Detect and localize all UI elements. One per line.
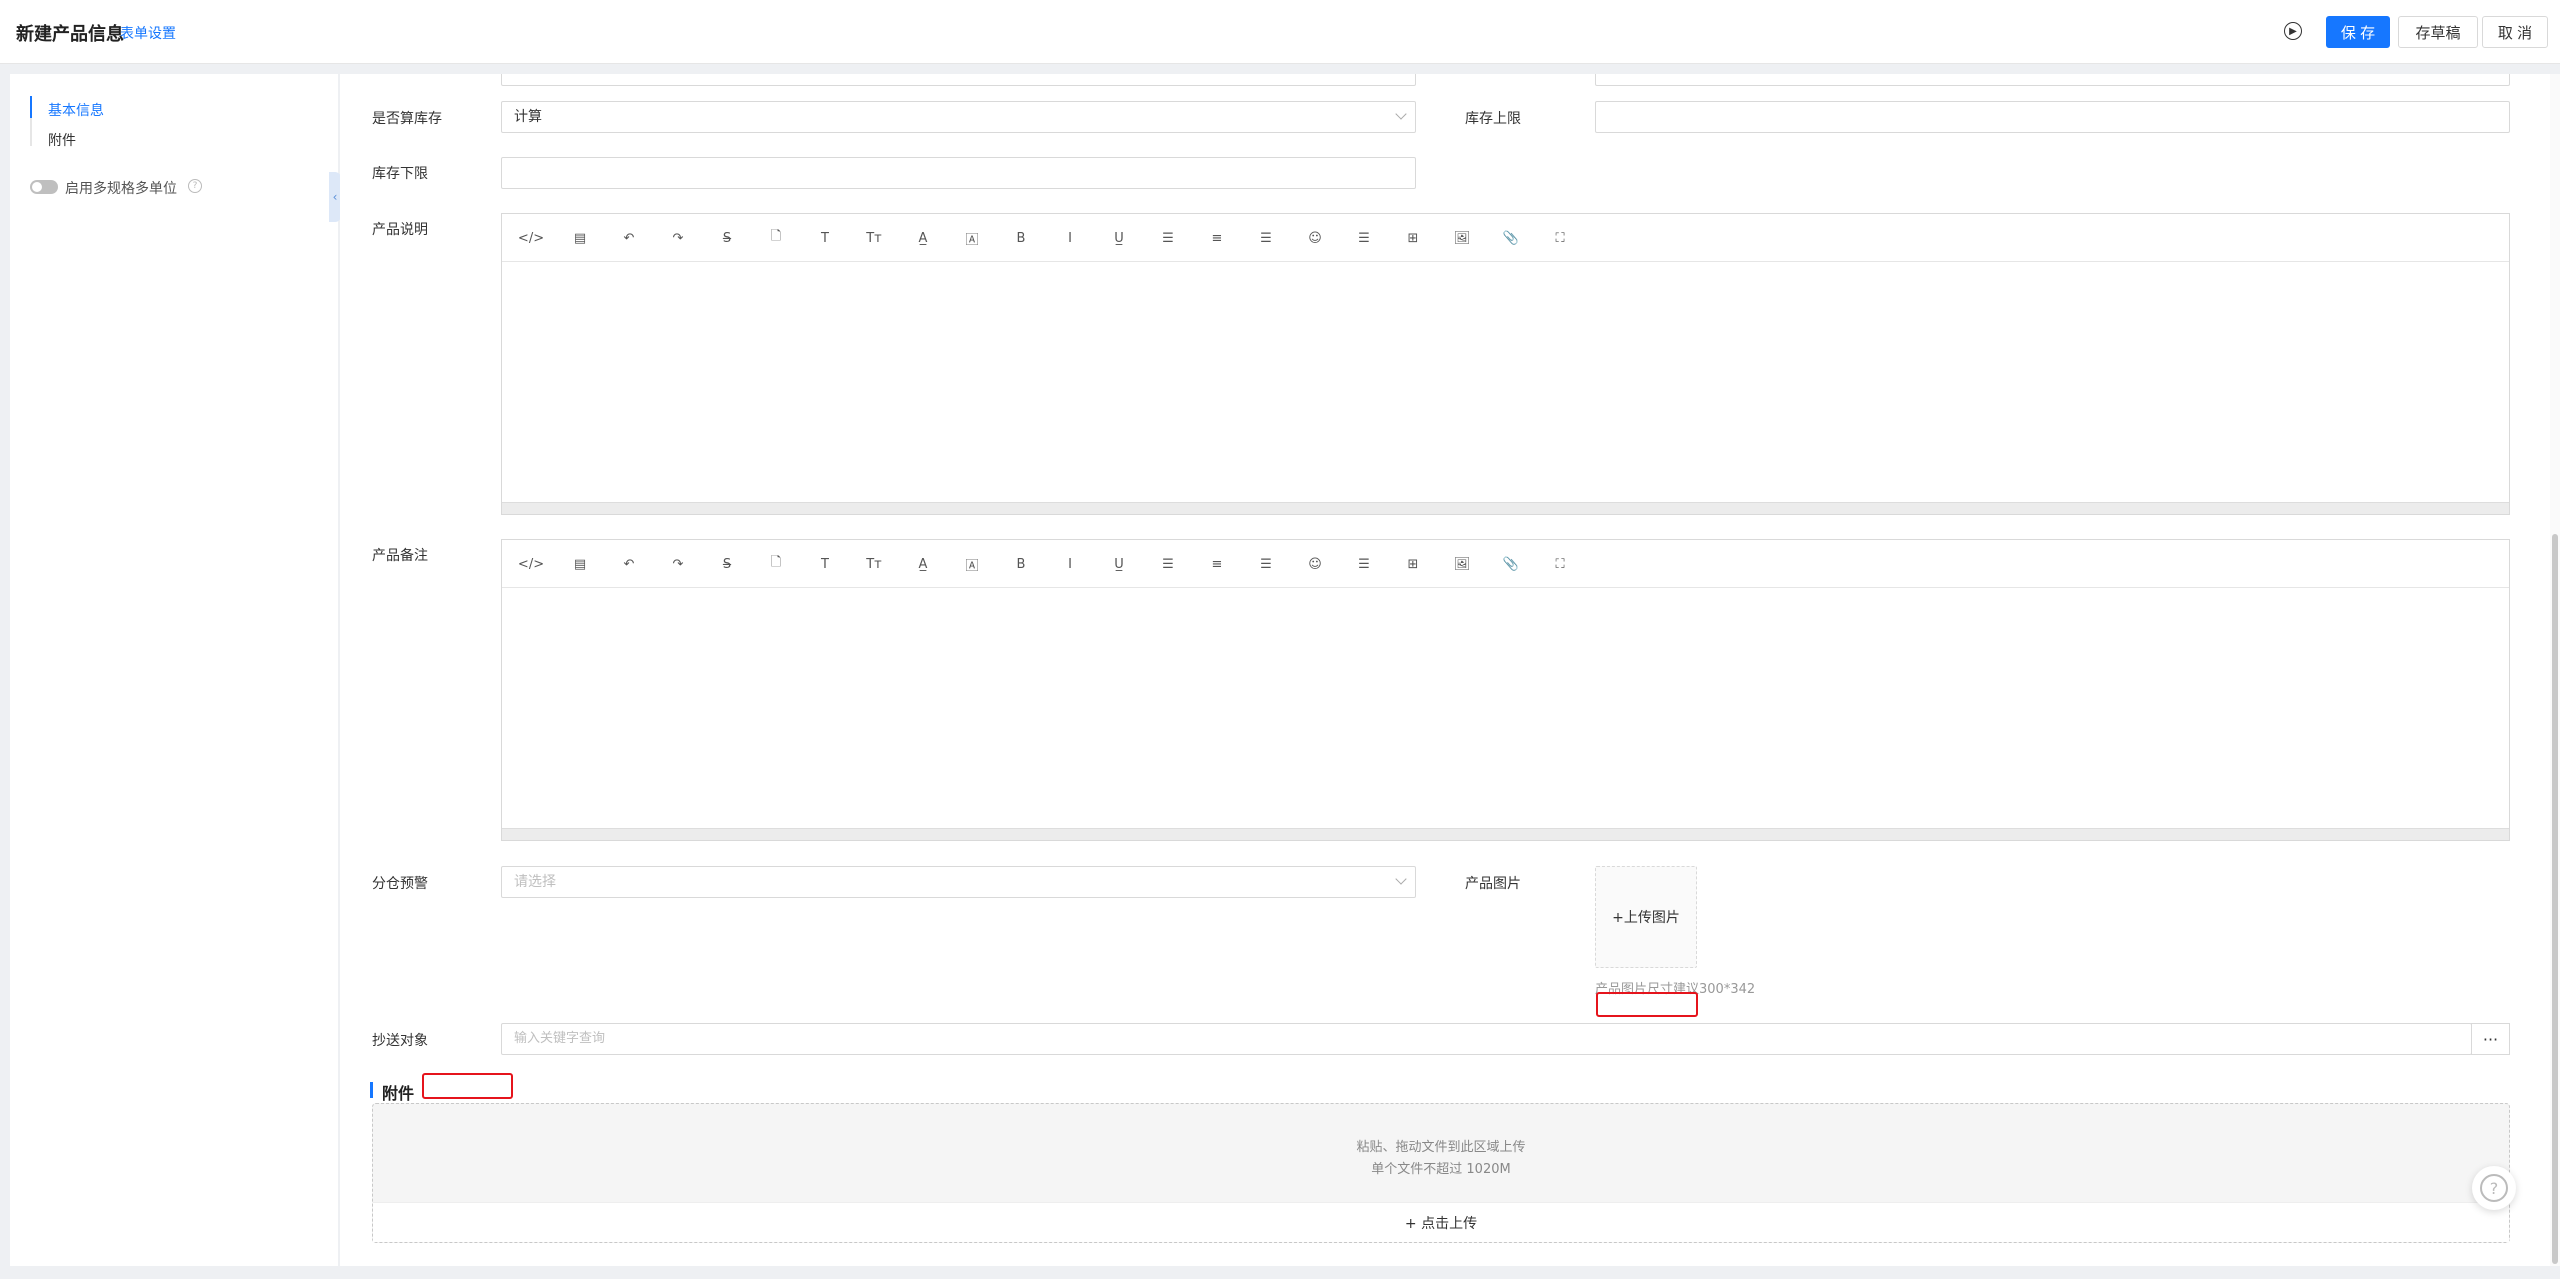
editor-toolbar: </> ▤ ↶ ↷ S̶ 🗋 T Tт A̲ 🄰 B I U̲ ☰ ≡ ☰ ☺ ☰ ⊞ 🖼 📎 ⛶ [502, 540, 2509, 588]
text-icon[interactable]: T [815, 554, 835, 574]
emoji-icon[interactable]: ☺ [1305, 228, 1325, 248]
calc-stock-value: 计算 [514, 109, 542, 125]
stock-lower-label: 库存下限 [372, 166, 428, 182]
warehouse-warn-placeholder: 请选择 [514, 874, 556, 890]
cc-placeholder: 输入关键字查询 [514, 1031, 606, 1046]
product-desc-label: 产品说明 [372, 222, 428, 238]
redo-icon[interactable]: ↷ [668, 228, 688, 248]
multi-spec-toggle-label: 启用多规格多单位 [65, 181, 177, 197]
fullscreen-icon[interactable]: ⛶ [1550, 554, 1570, 574]
stock-lower-input[interactable] [501, 157, 1416, 189]
undo-icon[interactable]: ↶ [619, 554, 639, 574]
multi-spec-toggle[interactable] [30, 180, 58, 194]
cancel-button[interactable]: 取 消 [2482, 16, 2548, 48]
sidebar-item-attachments[interactable]: 附件 [48, 130, 76, 150]
product-remark-label: 产品备注 [372, 548, 428, 564]
dropzone-hint: 粘贴、拖动文件到此区域上传 [1356, 1140, 1526, 1155]
table-icon[interactable]: ⊞ [1403, 228, 1423, 248]
cc-label: 抄送对象 [372, 1033, 428, 1049]
horizontal-rule-icon[interactable]: ☰ [1354, 554, 1374, 574]
align-center-icon[interactable]: ≡ [1207, 554, 1227, 574]
fullscreen-icon[interactable]: ⛶ [1550, 228, 1570, 248]
template-icon[interactable]: ▤ [570, 554, 590, 574]
attachment-icon[interactable]: 📎 [1501, 228, 1521, 248]
table-icon[interactable]: ⊞ [1403, 554, 1423, 574]
help-float-button[interactable]: ? [2472, 1166, 2516, 1210]
editor-toolbar: </> ▤ ↶ ↷ S̶ 🗋 T Tт A̲ 🄰 B I U̲ ☰ ≡ ☰ ☺ ☰ ⊞ 🖼 📎 ⛶ [502, 214, 2509, 262]
attachments-section-title: 附件 [382, 1084, 415, 1103]
product-image-label: 产品图片 [1465, 876, 1521, 892]
image-icon[interactable]: 🖼 [1452, 228, 1472, 248]
image-icon[interactable]: 🖼 [1452, 554, 1472, 574]
code-view-icon[interactable]: </> [518, 228, 544, 248]
chevron-down-icon [1395, 108, 1407, 120]
font-size-icon[interactable]: Tт [864, 554, 884, 574]
calc-stock-select[interactable]: 计算 [501, 101, 1416, 133]
upload-image-button[interactable]: +上传图片 [1595, 866, 1697, 968]
nav-active-indicator [30, 96, 32, 118]
page-title: 新建产品信息 [16, 24, 124, 45]
align-right-icon[interactable]: ☰ [1256, 554, 1276, 574]
sidebar: 基本信息 附件 启用多规格多单位 ? [10, 74, 338, 1266]
bold-icon[interactable]: B [1011, 228, 1031, 248]
calc-stock-label: 是否算库存 [372, 111, 442, 127]
background-color-icon[interactable]: 🄰 [962, 554, 982, 574]
form-settings-link[interactable]: 表单设置 [120, 23, 176, 43]
emoji-icon[interactable]: ☺ [1305, 554, 1325, 574]
highlight-box [1596, 992, 1698, 1017]
chevron-left-icon: ‹ [332, 190, 338, 204]
question-circle-icon: ? [2480, 1174, 2508, 1202]
more-options-button[interactable]: ··· [2471, 1023, 2510, 1055]
italic-icon[interactable]: I [1060, 228, 1080, 248]
prev-field-right[interactable] [1595, 74, 2510, 86]
align-right-icon[interactable]: ☰ [1256, 228, 1276, 248]
strikethrough-icon[interactable]: S̶ [717, 228, 737, 248]
section-accent-bar [370, 1082, 373, 1098]
save-button[interactable]: 保 存 [2326, 16, 2390, 48]
stock-upper-label: 库存上限 [1465, 111, 1521, 127]
align-left-icon[interactable]: ☰ [1158, 554, 1178, 574]
attachment-dropzone[interactable]: 粘贴、拖动文件到此区域上传 单个文件不超过 1020M + 点击上传 [372, 1103, 2510, 1243]
sidebar-item-basic-info[interactable]: 基本信息 [48, 100, 104, 120]
font-color-icon[interactable]: A̲ [913, 228, 933, 248]
page-scrollbar-thumb[interactable] [2552, 534, 2558, 1264]
font-size-icon[interactable]: Tт [864, 228, 884, 248]
attachment-icon[interactable]: 📎 [1501, 554, 1521, 574]
bold-icon[interactable]: B [1011, 554, 1031, 574]
editor-resize-bar[interactable] [502, 502, 2509, 514]
product-remark-editor[interactable]: </> ▤ ↶ ↷ S̶ 🗋 T Tт A̲ 🄰 B I U̲ ☰ ≡ ☰ ☺ ☰ ⊞ 🖼 📎 ⛶ [501, 539, 2510, 841]
question-circle-icon[interactable]: ? [188, 179, 202, 193]
horizontal-rule-icon[interactable]: ☰ [1354, 228, 1374, 248]
editor-resize-bar[interactable] [502, 828, 2509, 840]
text-icon[interactable]: T [815, 228, 835, 248]
underline-icon[interactable]: U̲ [1109, 554, 1129, 574]
dropzone-size-limit: 单个文件不超过 1020M [1371, 1162, 1511, 1177]
underline-icon[interactable]: U̲ [1109, 228, 1129, 248]
italic-icon[interactable]: I [1060, 554, 1080, 574]
play-circle-icon[interactable]: ▶ [2284, 22, 2302, 40]
click-upload-button[interactable]: + 点击上传 [373, 1202, 2509, 1242]
template-icon[interactable]: ▤ [570, 228, 590, 248]
save-draft-button[interactable]: 存草稿 [2398, 16, 2478, 48]
strikethrough-icon[interactable]: S̶ [717, 554, 737, 574]
warehouse-warn-label: 分仓预警 [372, 876, 428, 892]
font-color-icon[interactable]: A̲ [913, 554, 933, 574]
document-icon[interactable]: 🗋 [766, 554, 786, 574]
chevron-down-icon [1395, 873, 1407, 885]
undo-icon[interactable]: ↶ [619, 228, 639, 248]
prev-field-left[interactable] [501, 74, 1416, 86]
align-center-icon[interactable]: ≡ [1207, 228, 1227, 248]
product-desc-editor[interactable]: </> ▤ ↶ ↷ S̶ 🗋 T Tт A̲ 🄰 B I U̲ ☰ ≡ ☰ ☺ ☰ ⊞ 🖼 📎 ⛶ [501, 213, 2510, 515]
code-view-icon[interactable]: </> [518, 554, 544, 574]
redo-icon[interactable]: ↷ [668, 554, 688, 574]
warehouse-warn-select[interactable]: 请选择 [501, 866, 1416, 898]
top-header: 新建产品信息 表单设置 ▶ 保 存 存草稿 取 消 [0, 0, 2560, 64]
stock-upper-input[interactable] [1595, 101, 2510, 133]
document-icon[interactable]: 🗋 [766, 228, 786, 248]
align-left-icon[interactable]: ☰ [1158, 228, 1178, 248]
background-color-icon[interactable]: 🄰 [962, 228, 982, 248]
highlight-box [422, 1073, 513, 1099]
cc-search-input[interactable]: 输入关键字查询 [501, 1023, 2472, 1055]
form-main: 是否算库存 计算 库存上限 库存下限 产品说明 </> ▤ ↶ ↷ S̶ 🗋 T Tт A̲ 🄰 B… [340, 74, 2550, 1266]
